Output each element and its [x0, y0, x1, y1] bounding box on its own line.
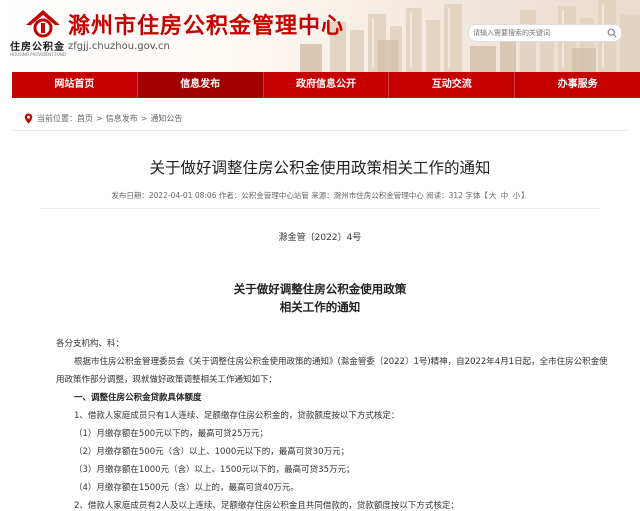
font-size-medium[interactable]: 中 [501, 191, 509, 200]
paragraph: 2、借款人家庭成员有2人及以上连续、足额缴存住房公积金且共同借款的，贷款额度按以… [74, 501, 459, 511]
document-title-line-1: 关于做好调整住房公积金使用政策 [233, 282, 407, 296]
paragraph: 根据市住房公积金管理委员会《关于调整住房公积金使用政策的通知》(滁金管委〔202… [74, 357, 608, 367]
breadcrumb-info-release[interactable]: 信息发布 [106, 113, 138, 124]
main-nav: 网站首页 信息发布 政府信息公开 互动交流 办事服务 [12, 72, 640, 98]
breadcrumb-home[interactable]: 首页 [77, 113, 93, 124]
section-heading: 一、调整住房公积金贷款具体额度 [74, 393, 202, 403]
article-meta: 发布日期：2022-04-01 08:06 作者：公积金管理中心站管 来源：滁州… [0, 190, 640, 201]
article-title: 关于做好调整住房公积金使用政策相关工作的通知 [149, 159, 491, 177]
breadcrumb-separator: > [140, 114, 148, 123]
housing-fund-logo-icon [26, 10, 60, 38]
location-pin-icon [24, 113, 33, 124]
search-icon[interactable] [607, 28, 617, 38]
header-banner: 滁州市住房公积金管理中心 住房公积金 HOUSING PROVIDENT FUN… [0, 0, 640, 72]
breadcrumb-prefix: 当前位置： [37, 114, 77, 123]
list-item: （1）月缴存额在500元以下的，最高可贷25万元； [74, 429, 268, 439]
document-title: 关于做好调整住房公积金使用政策 相关工作的通知 [0, 280, 640, 316]
search-input[interactable] [473, 25, 603, 41]
site-title[interactable]: 滁州市住房公积金管理中心 [68, 8, 344, 40]
divider [12, 130, 628, 131]
font-size-large[interactable]: 大 [489, 191, 497, 200]
breadcrumb: 当前位置： 首页 > 信息发布 > 通知公告 [24, 113, 182, 124]
list-item: （2）月缴存额在500元（含）以上、1000元以下的，最高可贷30万元； [74, 447, 350, 457]
paragraph: 1、借款人家庭成员只有1人连续、足额缴存住房公积金的，贷款额度按以下方式核定： [74, 411, 400, 421]
font-size-selector: 大 中 小 [488, 191, 521, 200]
breadcrumb-separator: > [96, 114, 103, 123]
font-size-small[interactable]: 小 [513, 191, 521, 200]
brand-name: 住房公积金 [10, 42, 65, 53]
brand-english-name: HOUSING PROVIDENT FUND [10, 52, 66, 57]
breadcrumb-notices[interactable]: 通知公告 [150, 113, 182, 124]
nav-item-home[interactable]: 网站首页 [12, 72, 138, 98]
list-item: （3）月缴存额在1000元（含）以上、1500元以下的，最高可贷35万元； [74, 465, 355, 475]
divider [40, 208, 600, 209]
list-item: （4）月缴存额在1500元（含）以上的，最高可贷40万元。 [74, 483, 299, 493]
nav-item-gov-info[interactable]: 政府信息公开 [264, 72, 390, 98]
salutation: 各分支机构、科： [56, 339, 125, 349]
search-box [468, 24, 622, 42]
document-number: 滁金管〔2022〕4号 [278, 233, 362, 243]
meta-info: 发布日期：2022-04-01 08:06 作者：公积金管理中心站管 来源：滁州… [111, 191, 488, 200]
paragraph: 用政策作部分调整，现就做好政策调整相关工作通知如下： [56, 375, 278, 385]
nav-item-info-release[interactable]: 信息发布 [137, 72, 264, 98]
nav-item-interaction[interactable]: 互动交流 [389, 72, 516, 98]
document-title-line-2: 相关工作的通知 [279, 300, 361, 314]
site-url: zfgjj.chuzhou.gov.cn [68, 41, 170, 52]
nav-item-services[interactable]: 办事服务 [515, 72, 640, 98]
meta-end: 】 [521, 191, 529, 200]
